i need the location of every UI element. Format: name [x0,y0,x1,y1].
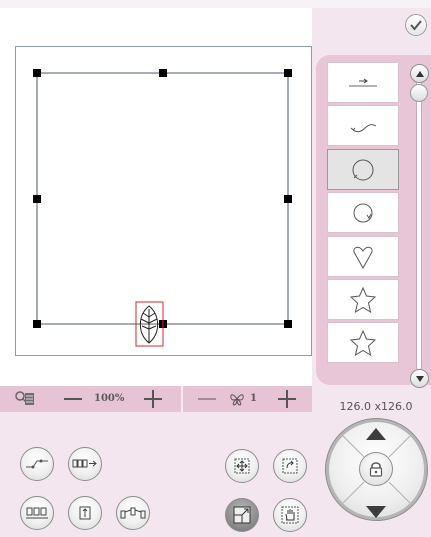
stitch-row-icon [26,507,48,519]
stitch-item-star[interactable] [327,279,399,320]
mirror-stitch-icon [120,507,146,519]
zoom-bar-divider [181,386,183,412]
handle-bottom-left [33,320,41,328]
repeat-count: 1 [250,393,257,404]
lock-icon [369,462,383,477]
stitch-item-star-outline[interactable] [327,322,399,363]
zoom-in-button[interactable] [142,389,164,409]
embroidery-canvas[interactable] [0,8,312,386]
circle-right-stitch-icon [353,203,373,222]
handle-top-right [284,69,292,77]
star-outline-stitch-icon [349,329,377,356]
chevron-down-icon [415,375,424,382]
move-icon [234,458,250,474]
stitch-row-button[interactable] [20,496,54,530]
star-stitch-icon [349,286,377,313]
handle-top-center [159,69,167,77]
move-up-arrow-icon[interactable] [366,428,386,440]
repeat-decrease-button[interactable] [196,389,218,409]
resize-icon [233,506,251,524]
corner-stitch-icon [26,459,48,469]
pan-hand-button[interactable] [273,498,307,532]
lock-button[interactable] [359,452,393,486]
move-button[interactable] [225,449,259,483]
zoom-out-button[interactable] [62,389,84,409]
mirror-stitch-button[interactable] [116,496,150,530]
repeat-icon-wrap [226,389,248,409]
needle-position-button[interactable] [68,496,102,530]
stitch-count-icon [72,459,97,468]
stitch-item-curve[interactable] [327,105,399,146]
top-bar [0,0,431,8]
needle-position-icon [79,506,91,520]
stitch-list-scrollbar[interactable] [416,78,422,370]
rotate-icon [282,458,298,474]
handle-bottom-right [284,320,292,328]
stitch-item-circle-left[interactable] [327,149,399,190]
repeat-increase-button[interactable] [276,389,298,409]
butterfly-icon [230,394,244,406]
handle-top-left [33,69,41,77]
circle-left-stitch-icon [352,159,374,180]
pan-hand-icon [281,506,299,524]
scroll-down-button[interactable] [410,369,429,388]
zoom-list-button[interactable] [14,388,36,408]
straight-line-stitch-icon [349,78,377,86]
handle-middle-left [33,195,41,203]
plus-icon [278,390,296,408]
resize-handles [33,69,292,328]
move-down-arrow-icon[interactable] [366,506,386,518]
stitch-item-circle-right[interactable] [327,192,399,233]
stitch-item-straight[interactable] [327,62,399,103]
confirm-button[interactable] [405,14,427,36]
stitch-item-heart[interactable] [327,236,399,277]
minus-icon [198,398,216,400]
checkmark-icon [410,20,422,31]
chevron-up-icon [415,70,424,77]
scroll-up-button[interactable] [410,64,429,83]
curve-line-stitch-icon [350,123,377,132]
design-bounding-box [36,72,289,325]
design-dimensions: 126.0 x126.0 [339,400,413,413]
plus-icon [144,390,162,408]
zoom-list-icon [15,391,34,405]
rotate-button[interactable] [273,449,307,483]
hoop-frame [15,46,312,356]
minus-icon [64,398,82,400]
stitch-count-button[interactable] [68,447,102,481]
scroll-thumb[interactable] [410,84,428,102]
corner-stitch-button[interactable] [20,447,54,481]
heart-stitch-icon [353,246,373,269]
zoom-level: 100% [94,393,125,404]
resize-button[interactable] [225,498,259,532]
handle-middle-right [284,195,292,203]
